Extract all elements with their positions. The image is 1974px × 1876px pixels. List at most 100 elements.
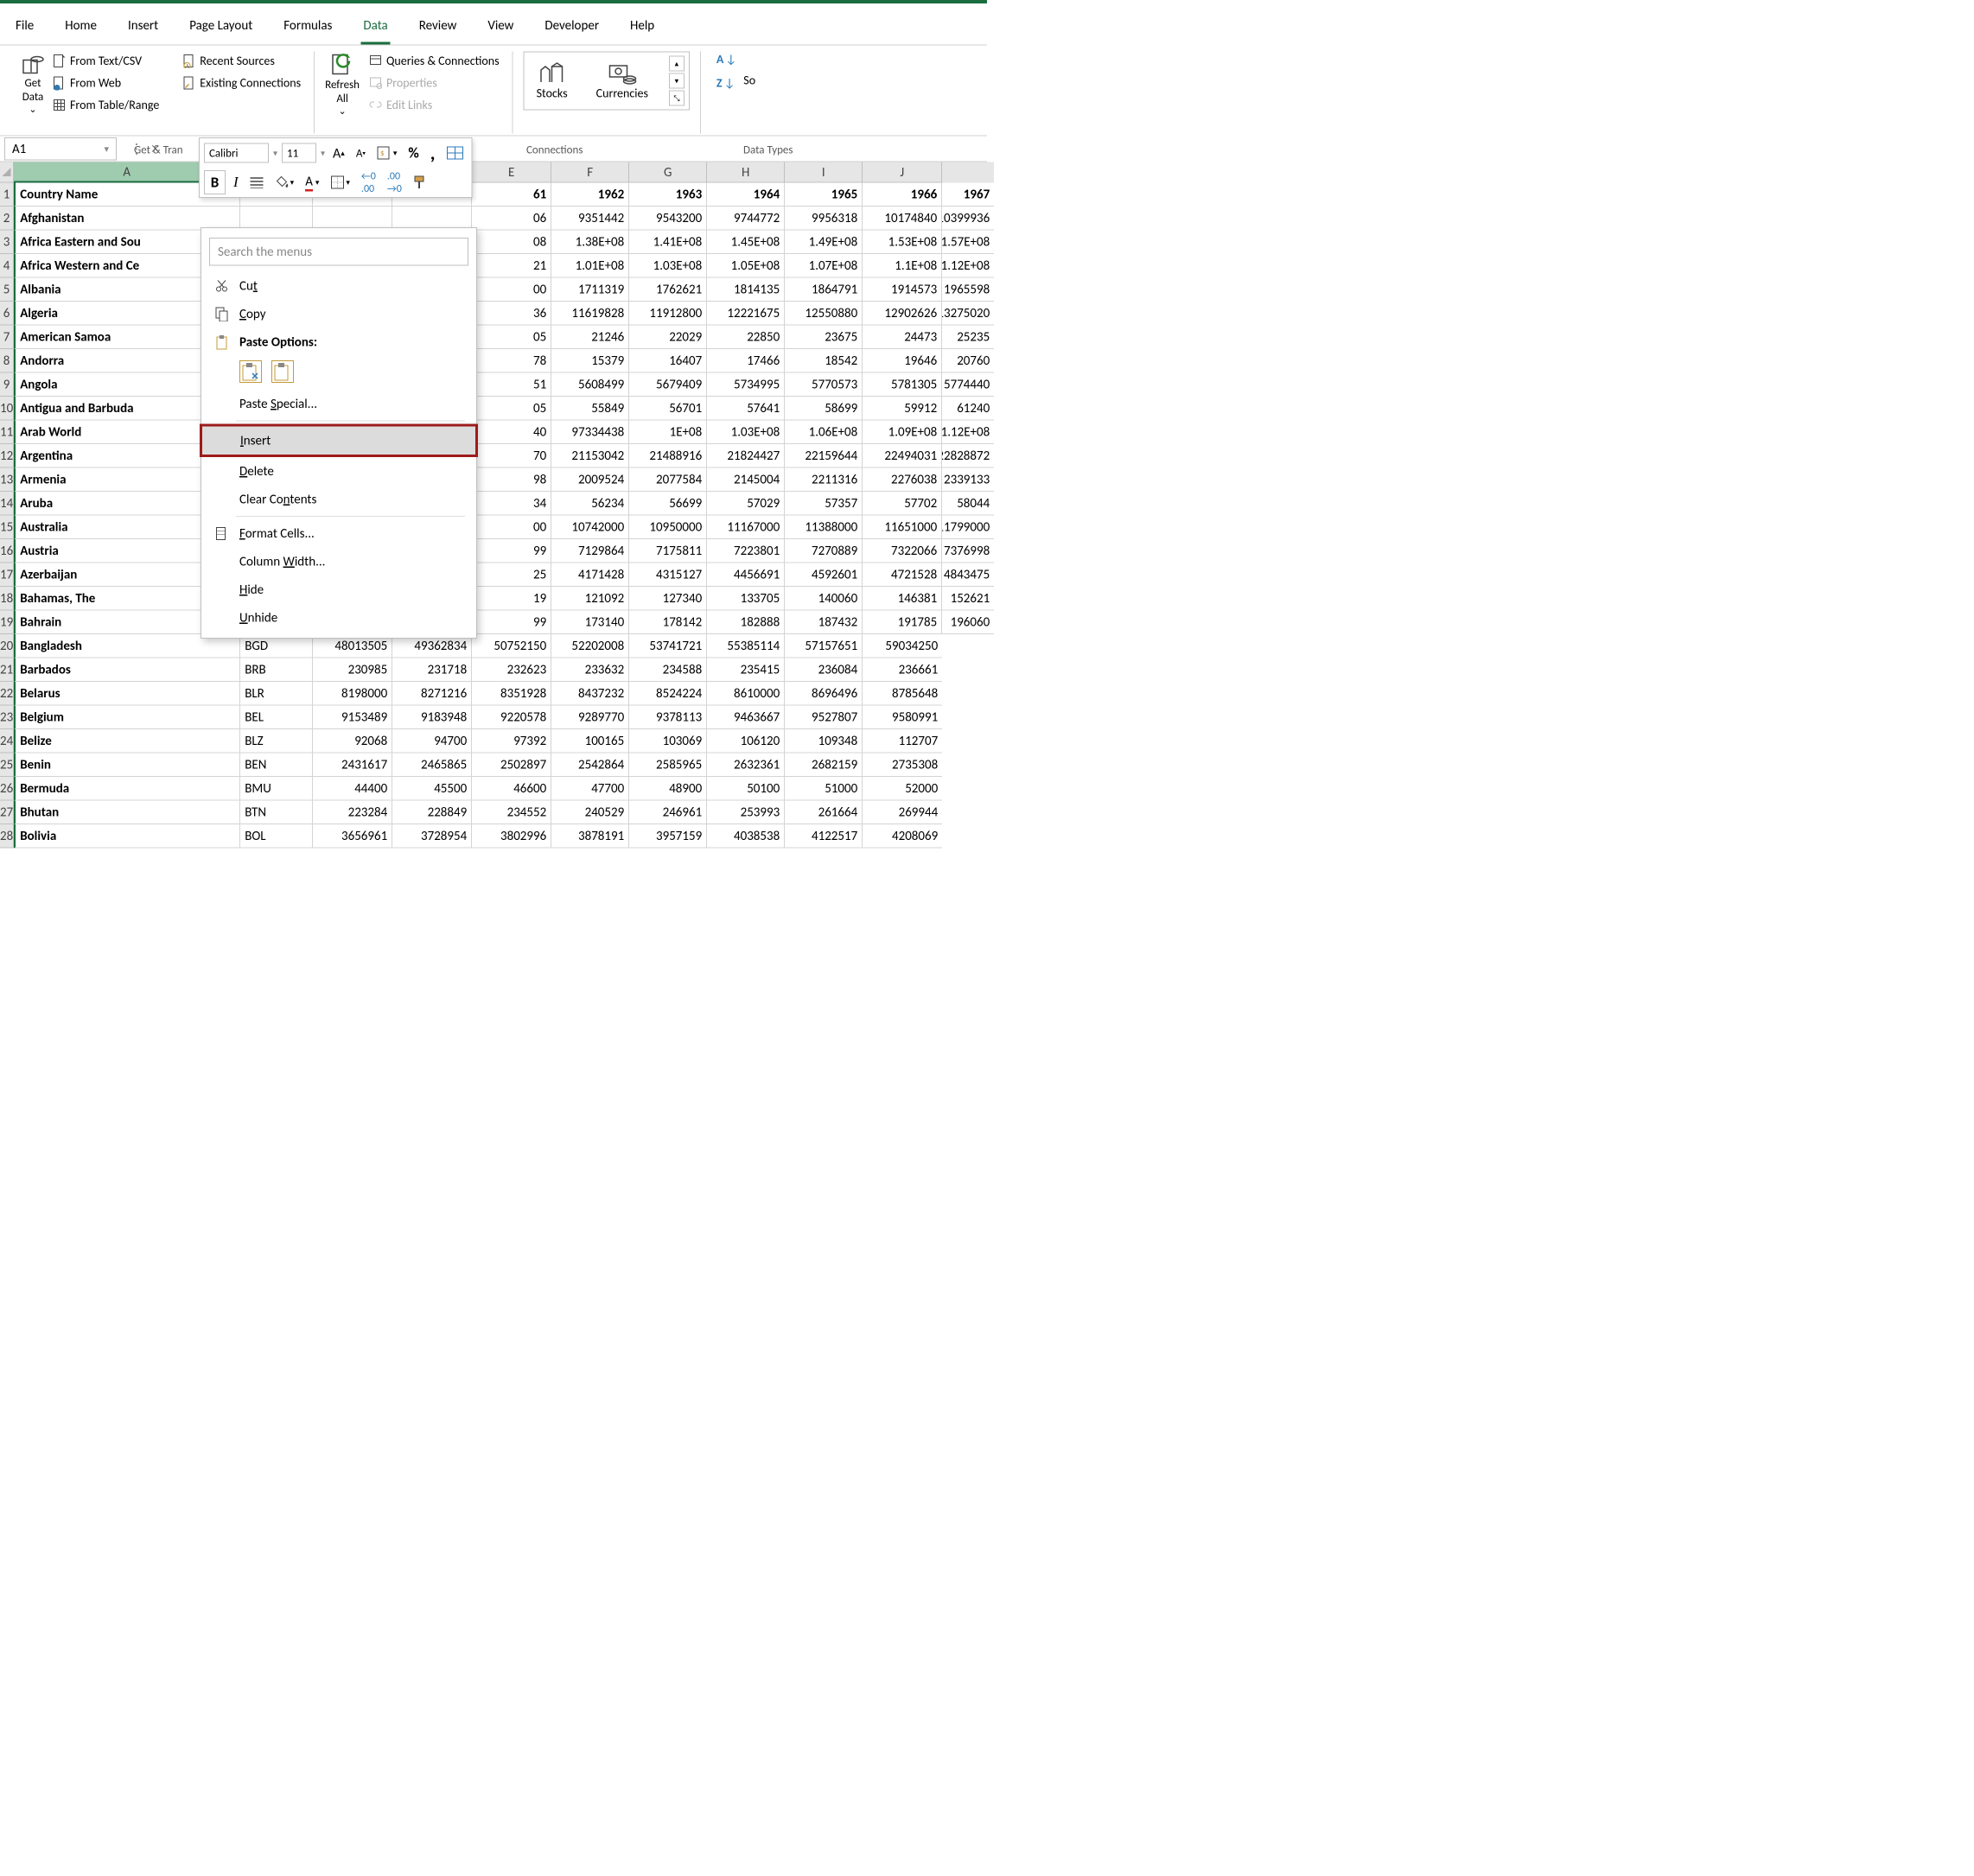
fill-color-button[interactable]: ▾ [272,170,298,194]
row-header[interactable]: 15 [0,516,13,540]
cell[interactable]: 52000 [863,777,942,801]
cell[interactable]: 8524224 [629,682,707,706]
cell[interactable]: 12902626 [863,302,942,326]
cell[interactable]: 1.01E+08 [551,254,629,278]
cell[interactable]: BEN [240,754,313,778]
cell[interactable]: Bolivia [14,824,240,849]
tab-developer[interactable]: Developer [542,12,602,45]
cell[interactable]: 7270889 [785,539,863,563]
cell[interactable]: 232623 [472,658,551,683]
cell[interactable]: 2276038 [863,468,942,493]
cell[interactable]: 99 [472,611,551,635]
font-name-input[interactable] [204,143,269,163]
bold-button[interactable]: B [204,170,226,194]
menu-search-input[interactable]: Search the menus [209,238,468,266]
merge-center-icon[interactable] [443,141,467,165]
cell[interactable]: 4038538 [707,824,785,849]
cell[interactable]: 1.45E+08 [707,231,785,255]
cell[interactable]: 97392 [472,729,551,754]
cell[interactable]: 97334438 [551,421,629,445]
sort-desc-button[interactable]: Z↓ [716,75,735,91]
cell[interactable]: 7322066 [863,539,942,563]
row-header[interactable]: 13 [0,468,13,493]
cell[interactable]: 2735308 [863,754,942,778]
cell[interactable]: 1711319 [551,278,629,302]
cell[interactable]: 10399936 [942,207,994,231]
cell[interactable]: 4592601 [785,563,863,588]
cell[interactable]: 1762621 [629,278,707,302]
cell[interactable]: 3656961 [313,824,392,849]
format-painter-icon[interactable] [410,170,432,194]
cell[interactable]: 7175811 [629,539,707,563]
cell[interactable]: 109348 [785,729,863,754]
cell[interactable]: 2077584 [629,468,707,493]
cell[interactable]: 18542 [785,349,863,373]
cell[interactable]: Bermuda [14,777,240,801]
cell[interactable]: 11167000 [707,516,785,540]
cell[interactable]: 1967 [942,183,994,207]
cell[interactable]: 13275020 [942,302,994,326]
cell[interactable]: 34 [472,492,551,516]
cell[interactable]: 4171428 [551,563,629,588]
currencies-button[interactable]: Currencies [589,57,656,105]
cell[interactable]: 231718 [392,658,472,683]
cell[interactable]: 236661 [863,658,942,683]
cell[interactable]: 00 [472,516,551,540]
cell[interactable]: 5608499 [551,373,629,397]
paste-option-2[interactable] [271,360,294,383]
row-header[interactable]: 11 [0,421,13,445]
cell[interactable]: 1.06E+08 [785,421,863,445]
cell[interactable]: 178142 [629,611,707,635]
cell[interactable]: 1.1E+08 [863,254,942,278]
cell[interactable]: Barbados [14,658,240,683]
cell[interactable]: 9744772 [707,207,785,231]
cell[interactable]: 9289770 [551,706,629,730]
insert-menu-item[interactable]: Insert [200,424,478,458]
cell[interactable]: 08 [472,231,551,255]
cell[interactable]: 133705 [707,587,785,611]
cell[interactable]: 4208069 [863,824,942,849]
cell[interactable]: Belarus [14,682,240,706]
cell[interactable]: Benin [14,754,240,778]
column-header-E[interactable]: E [472,162,551,183]
cell[interactable]: 53741721 [629,634,707,658]
cell[interactable]: 57029 [707,492,785,516]
cell[interactable]: 25 [472,563,551,588]
cell[interactable]: 236084 [785,658,863,683]
cell[interactable]: BMU [240,777,313,801]
cell[interactable]: 2682159 [785,754,863,778]
cell[interactable]: 61 [472,183,551,207]
cell[interactable]: 1.57E+08 [942,231,994,255]
cell[interactable]: BLR [240,682,313,706]
cell[interactable]: 8437232 [551,682,629,706]
row-header[interactable]: 18 [0,587,13,611]
cell[interactable]: 12221675 [707,302,785,326]
clear-contents-menu-item[interactable]: Clear Contents [201,486,476,514]
cell[interactable]: 58044 [942,492,994,516]
cell[interactable]: 57641 [707,397,785,421]
cell[interactable]: BOL [240,824,313,849]
format-cells-menu-item[interactable]: Format Cells... [201,519,476,548]
cell[interactable]: 40 [472,421,551,445]
row-header[interactable]: 28 [0,824,13,849]
cell[interactable]: 00 [472,278,551,302]
cell[interactable]: 5679409 [629,373,707,397]
cell[interactable]: 12550880 [785,302,863,326]
cell[interactable]: 59912 [863,397,942,421]
cell[interactable]: 9527807 [785,706,863,730]
font-size-input[interactable] [282,143,316,163]
cell[interactable]: 55385114 [707,634,785,658]
column-header-G[interactable]: G [629,162,707,183]
refresh-all-button[interactable]: Refresh All ⌄ [325,52,360,118]
row-header[interactable]: 24 [0,729,13,754]
column-header-F[interactable]: F [551,162,629,183]
row-header[interactable]: 5 [0,278,13,302]
cell[interactable]: 4315127 [629,563,707,588]
row-header[interactable]: 27 [0,801,13,825]
select-all-corner[interactable] [0,162,13,183]
unhide-menu-item[interactable]: Unhide [201,604,476,633]
cell[interactable]: 112707 [863,729,942,754]
cell[interactable]: 3957159 [629,824,707,849]
row-header[interactable]: 12 [0,444,13,468]
tab-insert[interactable]: Insert [125,12,161,45]
